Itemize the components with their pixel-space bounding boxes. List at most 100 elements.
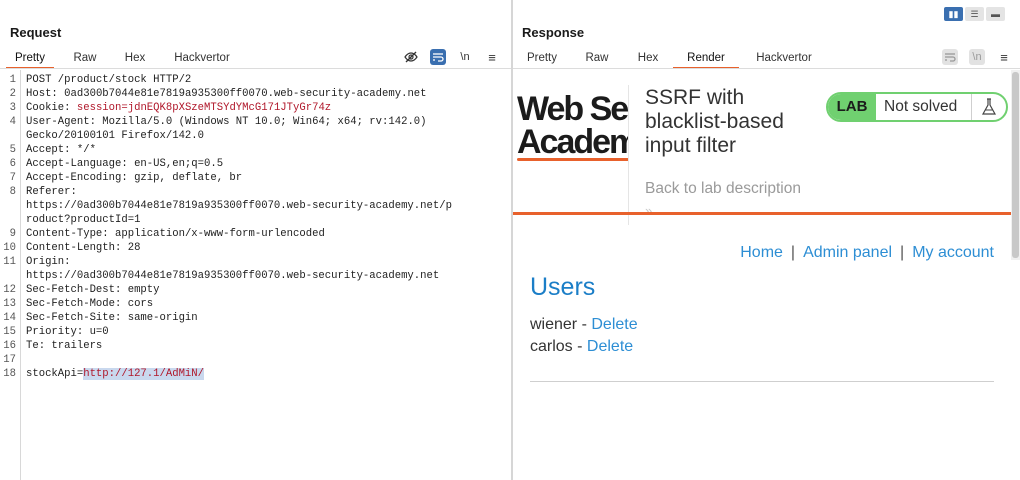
code-text: Accept-Encoding: gzip, deflate, br: [26, 171, 242, 185]
line-number: 12: [3, 284, 16, 296]
header-value: Gecko/20100101 Firefox/142.0: [26, 130, 205, 142]
response-tab-render[interactable]: Render: [673, 49, 739, 69]
logo-text-line1: Web Se: [517, 92, 629, 128]
header-value: trailers: [45, 340, 103, 352]
nav-my-account-link[interactable]: My account: [912, 244, 994, 261]
content-divider: [530, 381, 994, 382]
code-text: stockApi=http://127.1/AdMiN/: [26, 367, 205, 381]
badge-lab-label: LAB: [828, 94, 876, 120]
menu-icon[interactable]: ≡: [996, 49, 1012, 65]
response-tab-hackvertor[interactable]: Hackvertor: [749, 49, 819, 67]
header-name: Accept-Language:: [26, 158, 128, 170]
academy-logo[interactable]: Web Se Academ: [517, 92, 629, 162]
header-value: cors: [121, 298, 154, 310]
response-tab-raw[interactable]: Raw: [581, 49, 613, 67]
request-tab-hackvertor[interactable]: Hackvertor: [166, 49, 238, 67]
wrap-icon[interactable]: [942, 49, 958, 65]
header-name: Sec-Fetch-Dest:: [26, 284, 122, 296]
header-value: 0ad300b7044e81e7819a935300ff0070.web-sec…: [57, 88, 427, 100]
request-tab-hex[interactable]: Hex: [118, 49, 152, 67]
code-text: Gecko/20100101 Firefox/142.0: [26, 129, 204, 143]
nav-separator: |: [900, 244, 905, 261]
code-text: https://0ad300b7044e81e7819a935300ff0070…: [26, 269, 439, 283]
response-title: Response: [522, 25, 585, 40]
header-value: same-origin: [121, 312, 198, 324]
flask-icon: [971, 94, 1006, 120]
newline-icon[interactable]: \n: [969, 49, 985, 65]
line-number: 9: [9, 228, 16, 240]
user-separator: -: [577, 316, 592, 333]
header-divider: [628, 85, 629, 225]
header-name: Cookie:: [26, 102, 71, 114]
request-editor[interactable]: 1 POST /product/stock HTTP/2 2 Host: 0ad300…: [0, 70, 511, 480]
line-number: 3: [9, 102, 16, 114]
header-value: gzip, deflate, br: [127, 172, 243, 184]
line-number: 2: [9, 88, 16, 100]
header-name: stockApi=: [26, 368, 84, 380]
logo-text-line2: Academ: [517, 123, 629, 161]
line-number: 1: [9, 74, 16, 86]
menu-icon[interactable]: ≡: [484, 49, 500, 65]
header-value: roduct?productId=1: [26, 214, 141, 226]
header-name: Te:: [26, 340, 46, 352]
badge-status: Not solved: [884, 98, 958, 115]
code-text: https://0ad300b7044e81e7819a935300ff0070…: [26, 199, 452, 213]
user-name: wiener: [530, 316, 578, 333]
header-value: */*: [70, 144, 96, 156]
request-title: Request: [10, 25, 62, 40]
param-value: http://127.1/AdMiN/: [83, 368, 205, 380]
line-number: 11: [3, 256, 16, 268]
code-text: Content-Type: application/x-www-form-url…: [26, 227, 325, 241]
code-text: POST /product/stock HTTP/2: [26, 73, 191, 87]
request-tab-pretty[interactable]: Pretty: [6, 49, 54, 69]
header-value: u=0: [83, 326, 109, 338]
response-tab-hex[interactable]: Hex: [631, 49, 665, 67]
user-separator: -: [572, 338, 587, 355]
rows-icon[interactable]: ☰: [965, 7, 984, 21]
header-name: Origin:: [26, 256, 71, 268]
header-value: https://0ad300b7044e81e7819a935300ff0070…: [26, 270, 440, 282]
header-name: Content-Length:: [26, 242, 122, 254]
lab-title: SSRF with blacklist-based input filter: [645, 86, 784, 157]
delete-user-link[interactable]: Delete: [587, 338, 633, 355]
line-number: 18: [3, 368, 16, 380]
line-number: 7: [9, 172, 16, 184]
request-pane: Request Pretty Raw Hex Hackvertor \n ≡ 1 POS…: [0, 0, 511, 480]
lab-status-badge: LAB Not solved: [826, 92, 1008, 122]
header-name: Host:: [26, 88, 58, 100]
columns-icon[interactable]: ▮▮: [944, 7, 963, 21]
wrap-icon[interactable]: [430, 49, 446, 65]
logo-swoosh: [517, 158, 629, 161]
header-name: Accept:: [26, 144, 71, 156]
code-text: Cookie: session=jdnEQK8pXSzeMTSYdYMcG171…: [26, 101, 331, 115]
line-number: 8: [9, 186, 16, 198]
header-rule: [513, 212, 1011, 215]
eye-off-icon[interactable]: [403, 49, 419, 65]
delete-user-link[interactable]: Delete: [591, 316, 637, 333]
code-text: Priority: u=0: [26, 325, 109, 339]
line-number: 17: [3, 354, 16, 366]
code-text: Sec-Fetch-Mode: cors: [26, 297, 153, 311]
line-number: 4: [9, 116, 16, 128]
newline-icon[interactable]: \n: [457, 49, 473, 65]
code-text: Te: trailers: [26, 339, 102, 353]
line-number: 10: [3, 242, 16, 254]
header-value: session=jdnEQK8pXSzeMTSYdYMcG171JTyGr74z: [70, 102, 332, 114]
nav-admin-panel-link[interactable]: Admin panel: [803, 244, 892, 261]
code-text: Accept-Language: en-US,en;q=0.5: [26, 157, 223, 171]
back-to-lab-link[interactable]: Back to lab description: [645, 180, 801, 198]
user-name: carlos: [530, 338, 573, 355]
user-row: wiener - Delete: [530, 316, 638, 334]
header-name: Content-Type:: [26, 228, 109, 240]
response-tab-pretty[interactable]: Pretty: [520, 49, 564, 67]
header-value: application/x-www-form-urlencoded: [108, 228, 325, 240]
request-tab-raw[interactable]: Raw: [70, 49, 100, 67]
code-text: Accept: */*: [26, 143, 96, 157]
back-chevron-icon: »: [645, 203, 652, 218]
render-scrollbar-thumb[interactable]: [1012, 72, 1019, 258]
line-number: 14: [3, 312, 16, 324]
header-value: Mozilla/5.0 (Windows NT 10.0; Win64; x64…: [95, 116, 427, 128]
nav-home-link[interactable]: Home: [740, 244, 783, 261]
tabs-icon[interactable]: ▬: [986, 7, 1005, 21]
header-name: Priority:: [26, 326, 84, 338]
